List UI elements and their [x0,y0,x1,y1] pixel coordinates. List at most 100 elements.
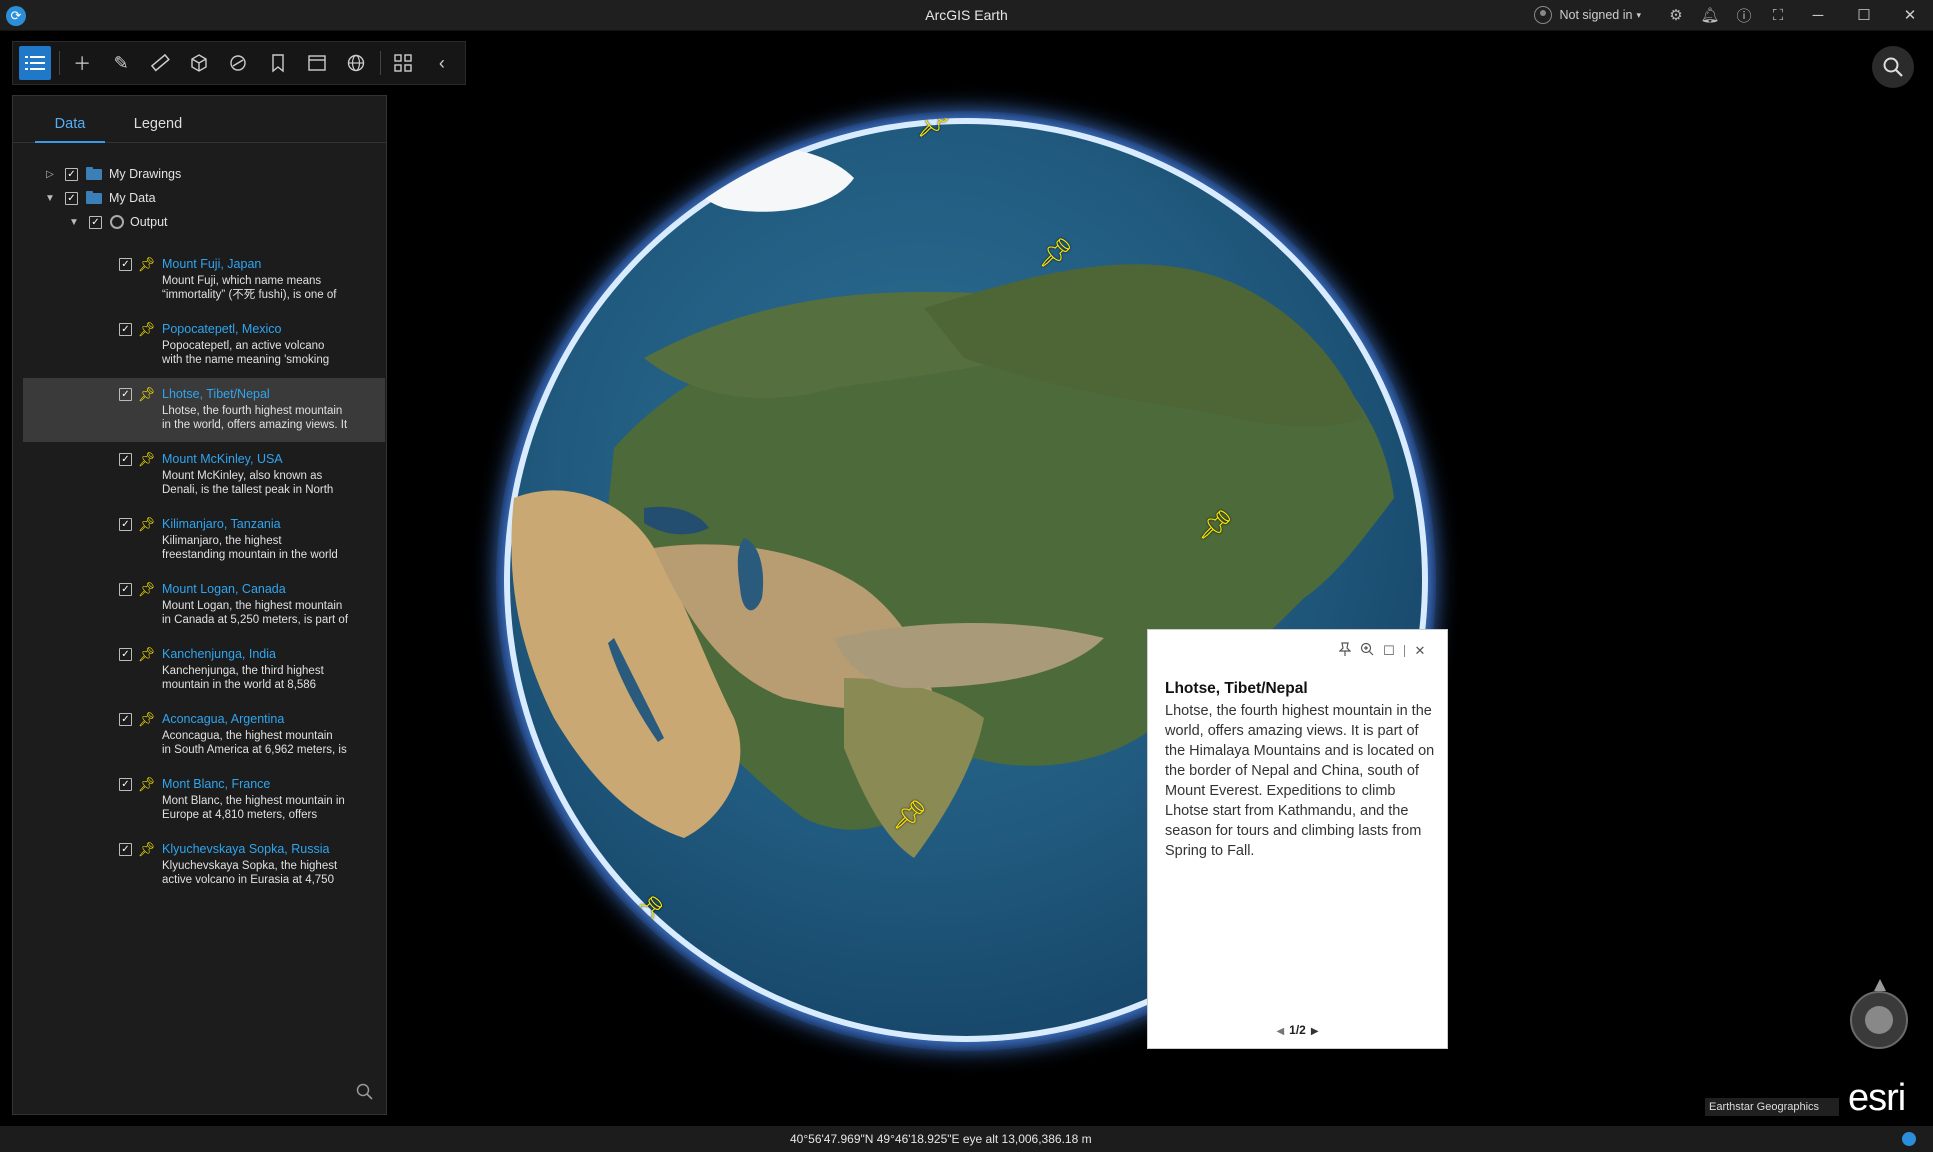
placemark-description: Kilimanjaro, the highest freestanding mou… [162,534,372,562]
tree-node-my-data[interactable]: ▼ My Data [13,186,386,210]
pin-icon [1338,642,1352,656]
pushpin-icon: 📌︎ [138,385,156,402]
layer-checkbox[interactable] [119,452,132,466]
chevron-down-icon[interactable]: ▼ [43,193,57,204]
layer-checkbox[interactable] [119,777,132,791]
layer-checkbox[interactable] [65,167,78,181]
add-data-button[interactable]: ＋ [66,46,98,80]
interactive-analysis-button[interactable] [222,46,254,80]
map-search-button[interactable] [1872,46,1914,88]
settings-icon[interactable]: ⚙ [1659,6,1693,24]
placemark-title[interactable]: Mount Fuji, Japan [162,257,261,271]
network-status-icon [1902,1132,1916,1146]
placemark-pin-icon[interactable]: 📌︎ [1198,508,1234,541]
tree-node-my-drawings[interactable]: ▷ My Drawings [13,162,386,186]
layer-checkbox[interactable] [119,257,132,271]
layer-checkbox[interactable] [119,517,132,531]
next-page-icon[interactable]: ▶ [1311,1026,1319,1037]
layer-checkbox[interactable] [65,191,78,205]
fullscreen-icon[interactable]: ⛶ [1761,7,1795,24]
list-item-selected[interactable]: 📌︎ Lhotse, Tibet/Nepal Lhotse, the fourth… [23,378,385,442]
close-window-button[interactable]: ✕ [1887,6,1933,24]
layer-checkbox[interactable] [119,582,132,596]
close-icon[interactable]: ✕ [1409,643,1431,659]
placemark-title[interactable]: Mount McKinley, USA [162,452,283,466]
placemark-title[interactable]: Lhotse, Tibet/Nepal [162,387,270,401]
minimize-button[interactable]: ─ [1795,7,1841,24]
widgets-button[interactable] [387,46,419,80]
layers-list-button[interactable] [19,46,52,80]
signin-label: Not signed in [1559,8,1633,22]
list-item[interactable]: 📌︎ Kanchenjunga, India Kanchenjunga, the … [23,640,383,704]
compass-navigator[interactable] [1850,979,1908,1049]
layer-checkbox[interactable] [119,387,132,401]
placemark-description: Mount Logan, the highest mountain in Cana… [162,599,372,627]
list-item[interactable]: 📌︎ Popocatepetl, Mexico Popocatepetl, an … [23,315,383,379]
placemark-title[interactable]: Kilimanjaro, Tanzania [162,517,281,531]
map-settings-button[interactable] [340,46,372,80]
plus-icon: ＋ [73,54,92,74]
collapse-toolbar-button[interactable]: ‹ [426,46,458,80]
placemark-title[interactable]: Kanchenjunga, India [162,647,276,661]
placemark-pin-icon[interactable]: 📌︎ [916,118,952,139]
list-item[interactable]: 📌︎ Aconcagua, Argentina Aconcagua, the hi… [23,705,383,769]
tree-label: My Drawings [109,167,182,181]
placemark-pin-icon[interactable]: 📌︎ [504,438,524,471]
draw-button[interactable]: ✎ [105,46,137,80]
presentation-button[interactable] [301,46,333,80]
esri-logo: esri [1848,1077,1906,1119]
3d-analysis-button[interactable] [183,46,215,80]
tree-label: Output [130,215,168,229]
description-line: Popocatepetl, an active volcano [162,340,325,352]
layer-checkbox[interactable] [89,215,102,229]
pin-popup-icon[interactable] [1334,642,1356,659]
placemark-title[interactable]: Mont Blanc, France [162,777,270,791]
app-logo-icon: ⟳ [6,6,26,26]
list-item[interactable]: 📌︎ Klyuchevskaya Sopka, Russia Klyuchevsk… [23,835,383,899]
placemark-title[interactable]: Popocatepetl, Mexico [162,322,282,336]
folder-icon [86,191,104,205]
placemark-title[interactable]: Mount Logan, Canada [162,582,286,596]
list-item[interactable]: 📌︎ Mount McKinley, USA Mount McKinley, al… [23,445,383,509]
placemark-description: Kanchenjunga, the third highest mountain … [162,664,372,692]
tree-node-output[interactable]: ▼ Output [13,210,386,234]
layer-checkbox[interactable] [119,842,132,856]
layer-checkbox[interactable] [119,712,132,726]
zoom-to-icon[interactable] [1356,642,1378,659]
tab-data[interactable]: Data [35,96,105,143]
list-item[interactable]: 📌︎ Kilimanjaro, Tanzania Kilimanjaro, the… [23,510,383,574]
placemark-description: Mont Blanc, the highest mountain in Europ… [162,794,372,822]
coordinate-readout: 40°56'47.969"N 49°46'18.925"E eye alt 13… [790,1132,1092,1146]
layer-service-icon [110,215,124,229]
cube-icon [191,54,208,72]
placemark-pin-icon[interactable]: 📌︎ [892,798,928,831]
search-icon [356,1083,373,1100]
layer-checkbox[interactable] [119,322,132,336]
bookmarks-button[interactable] [262,46,294,80]
prev-page-icon[interactable]: ◀ [1276,1026,1284,1037]
panel-search-button[interactable] [355,1082,377,1104]
description-line: Mount McKinley, also known as [162,470,323,482]
tab-legend[interactable]: Legend [123,96,193,142]
status-bar: 40°56'47.969"N 49°46'18.925"E eye alt 13… [0,1126,1933,1152]
placemark-title[interactable]: Aconcagua, Argentina [162,712,284,726]
list-item[interactable]: 📌︎ Mount Logan, Canada Mount Logan, the h… [23,575,383,639]
signin-menu[interactable]: Not signed in ▾ [1533,6,1641,24]
list-item[interactable]: 📌︎ Mont Blanc, France Mont Blanc, the hig… [23,770,383,834]
placemark-pin-icon[interactable]: 📌︎ [630,894,666,927]
layer-checkbox[interactable] [119,647,132,661]
description-line: Europe at 4,810 meters, offers [162,809,318,821]
measure-button[interactable] [144,46,176,80]
presentation-icon [307,55,326,71]
maximize-popup-icon[interactable]: ☐ [1378,643,1400,659]
chevron-down-icon[interactable]: ▼ [67,217,81,228]
maximize-button[interactable]: ☐ [1841,6,1887,24]
placemark-description: Lhotse, the fourth highest mountain in th… [162,404,372,432]
placemark-title[interactable]: Klyuchevskaya Sopka, Russia [162,842,329,856]
info-icon[interactable]: ⓘ [1727,5,1761,26]
placemark-pin-icon[interactable]: 📌︎ [1038,236,1074,269]
list-item[interactable]: 📌︎ Mount Fuji, Japan Mount Fuji, which na… [23,250,383,314]
popup-divider [1404,644,1405,657]
chevron-right-icon[interactable]: ▷ [43,169,57,180]
notifications-icon[interactable]: 🔔︎ [1693,6,1727,24]
